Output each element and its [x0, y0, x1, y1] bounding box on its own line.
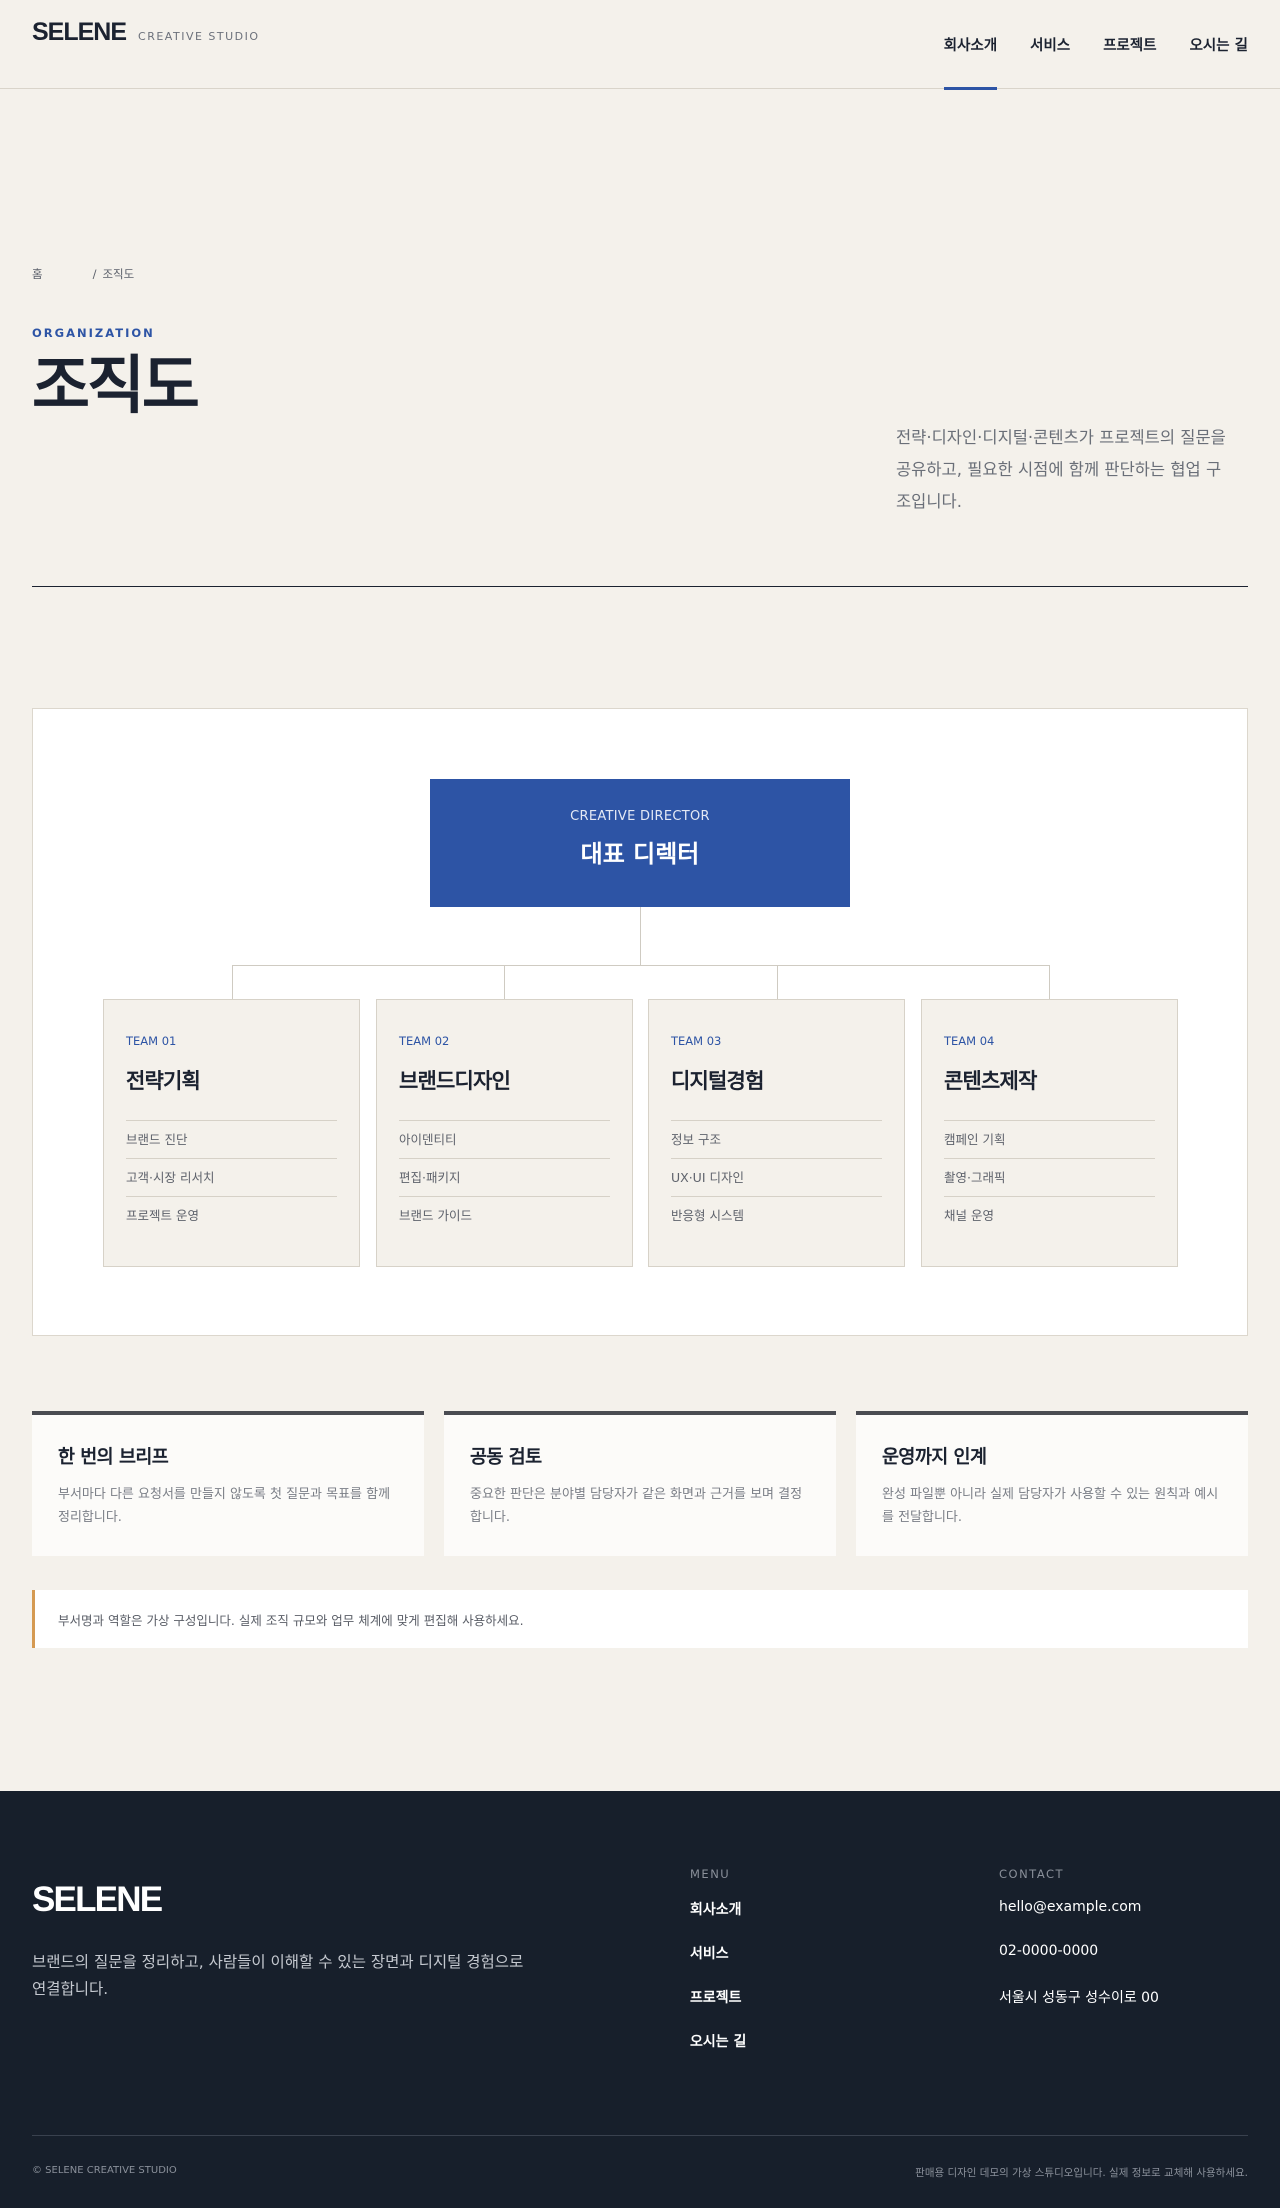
team-roles: 캠페인 기획 촬영·그래픽 채널 운영 — [944, 1120, 1155, 1234]
director-box: CREATIVE DIRECTOR 대표 디렉터 — [430, 779, 850, 907]
team-role-item: 촬영·그래픽 — [944, 1158, 1155, 1196]
connector-vertical-main — [640, 907, 641, 965]
team-role-item: 캠페인 기획 — [944, 1120, 1155, 1158]
connector-team-3 — [777, 965, 778, 999]
team-roles: 아이덴티티 편집·패키지 브랜드 가이드 — [399, 1120, 610, 1234]
footer-contact-list: hello@example.com 02-0000-0000 서울시 성동구 성… — [999, 1899, 1159, 2031]
main-nav: 회사소개 서비스 프로젝트 오시는 길 — [943, 0, 1248, 90]
section-eyebrow: ORGANIZATION — [32, 326, 155, 340]
logo-subtitle: CREATIVE STUDIO — [138, 30, 260, 43]
footer-divider — [32, 2135, 1248, 2136]
footer-menu-list: 회사소개 서비스 프로젝트 오시는 길 — [690, 1899, 746, 2075]
feature-title: 공동 검토 — [470, 1447, 542, 1468]
logo-group[interactable]: SELENE CREATIVE STUDIO — [32, 0, 260, 47]
feature-description: 중요한 판단은 분야별 담당자가 같은 화면과 근거를 보며 결정합니다. — [470, 1487, 803, 1525]
team-role-item: 편집·패키지 — [399, 1158, 610, 1196]
feature-card-review: 공동 검토 중요한 판단은 분야별 담당자가 같은 화면과 근거를 보며 결정합… — [444, 1411, 836, 1556]
team-role-item: 브랜드 가이드 — [399, 1196, 610, 1234]
footer-menu: MENU 회사소개 서비스 프로젝트 오시는 길 — [690, 1867, 746, 2075]
team-name: 브랜드디자인 — [399, 1069, 511, 1093]
team-role-item: 채널 운영 — [944, 1196, 1155, 1234]
team-role-item: UX·UI 디자인 — [671, 1158, 882, 1196]
footer-contact: CONTACT hello@example.com 02-0000-0000 서… — [999, 1867, 1159, 2031]
team-roles: 브랜드 진단 고객·시장 리서치 프로젝트 운영 — [126, 1120, 337, 1234]
page-title: 조직도 — [32, 349, 200, 422]
site-footer: SELENE 브랜드의 질문을 정리하고, 사람들이 이해할 수 있는 장면과 … — [0, 1791, 1280, 2208]
team-number: TEAM 01 — [126, 1034, 177, 1048]
footer-note: 판매용 디자인 데모의 가상 스튜디오입니다. 실제 정보로 교체해 사용하세요… — [915, 2167, 1248, 2179]
team-number: TEAM 02 — [399, 1034, 450, 1048]
team-roles: 정보 구조 UX·UI 디자인 반응형 시스템 — [671, 1120, 882, 1234]
footer-link-services[interactable]: 서비스 — [690, 1943, 746, 1987]
feature-cards: 한 번의 브리프 부서마다 다른 요청서를 만들지 않도록 첫 질문과 목표를 … — [32, 1411, 1248, 1556]
breadcrumb-current: 조직도 — [102, 267, 135, 281]
feature-description: 부서마다 다른 요청서를 만들지 않도록 첫 질문과 목표를 함께 정리합니다. — [58, 1487, 391, 1525]
team-name: 디지털경험 — [671, 1069, 764, 1093]
nav-item-location[interactable]: 오시는 길 — [1190, 0, 1248, 89]
footer-link-location[interactable]: 오시는 길 — [690, 2031, 746, 2075]
footer-link-projects[interactable]: 프로젝트 — [690, 1987, 746, 2031]
connector-horizontal — [232, 965, 1050, 966]
nav-item-services[interactable]: 서비스 — [1030, 0, 1070, 89]
team-card-2: TEAM 02 브랜드디자인 아이덴티티 편집·패키지 브랜드 가이드 — [376, 999, 633, 1267]
team-number: TEAM 03 — [671, 1034, 722, 1048]
footer-copyright: © SELENE CREATIVE STUDIO — [32, 2165, 177, 2176]
team-role-item: 반응형 시스템 — [671, 1196, 882, 1234]
hero-section: 홈 / 조직도 ORGANIZATION 조직도 전략·디자인·디지털·콘텐츠가… — [0, 89, 1280, 588]
footer-link-about[interactable]: 회사소개 — [690, 1899, 746, 1943]
feature-title: 운영까지 인계 — [882, 1447, 987, 1468]
nav-item-projects[interactable]: 프로젝트 — [1103, 0, 1156, 89]
breadcrumb: 홈 / 조직도 — [32, 266, 1248, 282]
footer-logo[interactable]: SELENE — [32, 1880, 163, 1920]
feature-card-handover: 운영까지 인계 완성 파일뿐 아니라 실제 담당자가 사용할 수 있는 원칙과 … — [856, 1411, 1248, 1556]
team-card-1: TEAM 01 전략기획 브랜드 진단 고객·시장 리서치 프로젝트 운영 — [103, 999, 360, 1267]
footer-contact-heading: CONTACT — [999, 1867, 1065, 1881]
page: SELENE CREATIVE STUDIO 회사소개 서비스 프로젝트 오시는… — [0, 0, 1280, 2208]
site-header: SELENE CREATIVE STUDIO 회사소개 서비스 프로젝트 오시는… — [0, 0, 1280, 90]
footer-description: 브랜드의 질문을 정리하고, 사람들이 이해할 수 있는 장면과 디지털 경험으… — [32, 1953, 524, 1998]
team-role-item: 브랜드 진단 — [126, 1120, 337, 1158]
team-card-3: TEAM 03 디지털경험 정보 구조 UX·UI 디자인 반응형 시스템 — [648, 999, 905, 1267]
notice-box: 부서명과 역할은 가상 구성입니다. 실제 조직 규모와 업무 체계에 맞게 편… — [32, 1590, 1248, 1648]
footer-phone[interactable]: 02-0000-0000 — [999, 1943, 1159, 1987]
director-role-ko: 대표 디렉터 — [580, 840, 700, 868]
hero-divider — [32, 586, 1248, 587]
feature-title: 한 번의 브리프 — [58, 1447, 169, 1468]
team-role-item: 아이덴티티 — [399, 1120, 610, 1158]
feature-card-brief: 한 번의 브리프 부서마다 다른 요청서를 만들지 않도록 첫 질문과 목표를 … — [32, 1411, 424, 1556]
connector-team-2 — [504, 965, 505, 999]
nav-item-about[interactable]: 회사소개 — [943, 0, 998, 90]
breadcrumb-separator: / — [92, 267, 97, 281]
footer-menu-heading: MENU — [690, 1867, 731, 1881]
org-chart: CREATIVE DIRECTOR 대표 디렉터 TEAM 01 전략기획 브랜… — [32, 708, 1248, 1336]
connector-team-1 — [232, 965, 233, 999]
hero-description: 전략·디자인·디지털·콘텐츠가 프로젝트의 질문을 공유하고, 필요한 시점에 … — [896, 428, 1226, 511]
footer-email[interactable]: hello@example.com — [999, 1899, 1159, 1943]
footer-address: 서울시 성동구 성수이로 00 — [999, 1990, 1159, 2006]
director-role-en: CREATIVE DIRECTOR — [570, 809, 710, 824]
logo[interactable]: SELENE — [32, 18, 127, 47]
team-role-item: 정보 구조 — [671, 1120, 882, 1158]
team-role-item: 고객·시장 리서치 — [126, 1158, 337, 1196]
team-name: 전략기획 — [126, 1069, 201, 1093]
feature-description: 완성 파일뿐 아니라 실제 담당자가 사용할 수 있는 원칙과 예시를 전달합니… — [882, 1487, 1219, 1525]
team-role-item: 프로젝트 운영 — [126, 1196, 337, 1234]
breadcrumb-home[interactable]: 홈 — [32, 266, 43, 282]
team-number: TEAM 04 — [944, 1034, 995, 1048]
team-name: 콘텐츠제작 — [944, 1069, 1037, 1093]
team-card-4: TEAM 04 콘텐츠제작 캠페인 기획 촬영·그래픽 채널 운영 — [921, 999, 1178, 1267]
connector-team-4 — [1049, 965, 1050, 999]
